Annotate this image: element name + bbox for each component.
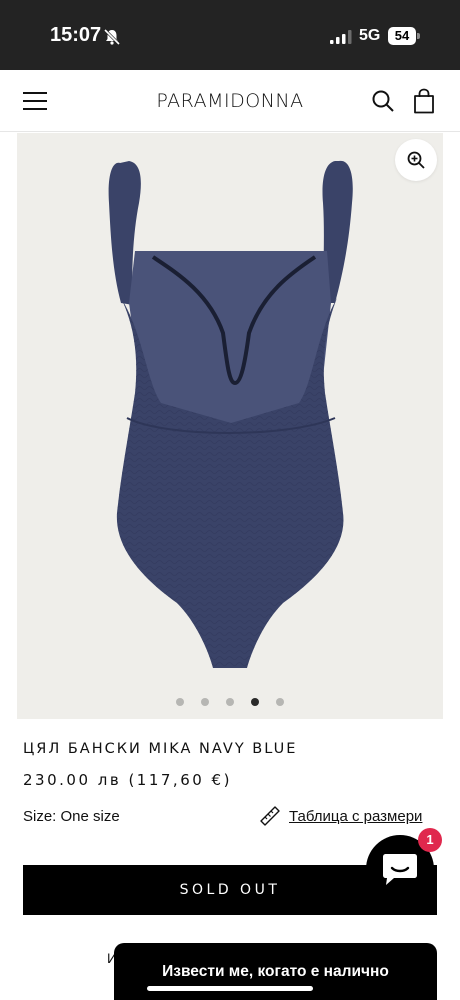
site-header: PARAMIDONNA: [0, 70, 460, 132]
chat-notification-badge: 1: [418, 828, 442, 852]
gallery-pagination: [17, 698, 443, 708]
size-chart-label[interactable]: Таблица с размери: [289, 808, 422, 825]
status-time: 15:07: [50, 24, 102, 46]
network-type: 5G: [359, 27, 381, 44]
ruler-icon: [260, 806, 280, 826]
gallery-dot-1[interactable]: [176, 698, 184, 706]
zoom-in-icon: [407, 151, 425, 169]
zoom-button[interactable]: [395, 139, 437, 181]
size-text: Size: One size: [23, 808, 120, 825]
battery-icon: 54: [388, 27, 416, 45]
product-price: 230.00 лв (117,60 €): [23, 771, 232, 789]
gallery-dot-3[interactable]: [226, 698, 234, 706]
notify-me-button[interactable]: Извести ме, когато е налично: [114, 943, 437, 1000]
home-indicator: [147, 986, 313, 991]
product-title: ЦЯЛ БАНСКИ MIKA NAVY BLUE: [23, 741, 298, 757]
gallery-dot-2[interactable]: [201, 698, 209, 706]
gallery-dot-5[interactable]: [276, 698, 284, 706]
product-image: [108, 160, 353, 668]
cellular-signal-icon: [330, 30, 352, 44]
silent-bell-icon: [103, 28, 121, 46]
search-icon[interactable]: [372, 90, 394, 112]
product-image-gallery[interactable]: [17, 133, 443, 719]
gallery-dot-4[interactable]: [251, 698, 259, 706]
shopping-bag-icon[interactable]: [413, 88, 435, 114]
size-chart-link[interactable]: Таблица с размери: [259, 805, 422, 827]
battery-tip: [417, 33, 420, 39]
chat-bubble-icon: [383, 854, 417, 885]
status-bar: 15:07 5G 54: [0, 0, 460, 70]
